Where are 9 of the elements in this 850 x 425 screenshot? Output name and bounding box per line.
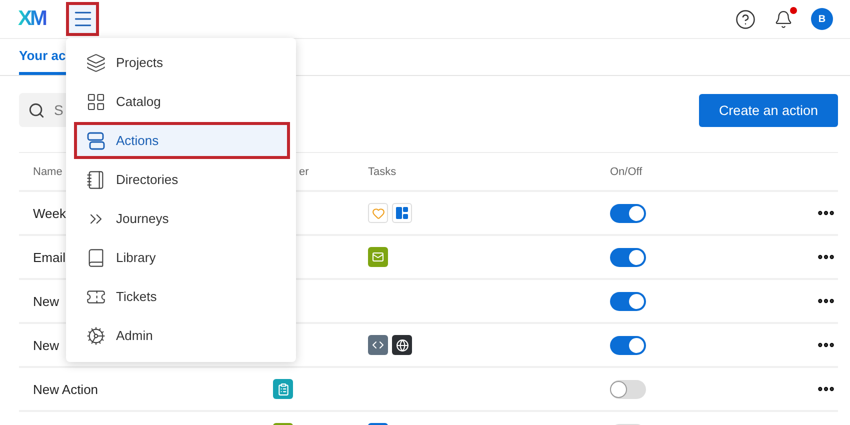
action-name: New <box>33 294 60 308</box>
column-header: On/Off <box>610 166 642 178</box>
action-name: New <box>33 338 60 352</box>
column-header: Tasks <box>368 166 396 178</box>
column-header: Name <box>33 166 62 178</box>
action-name: Week <box>33 206 66 220</box>
action-name: New Action <box>33 382 98 396</box>
column-header: er <box>299 166 309 178</box>
action-name: Email <box>33 250 66 264</box>
